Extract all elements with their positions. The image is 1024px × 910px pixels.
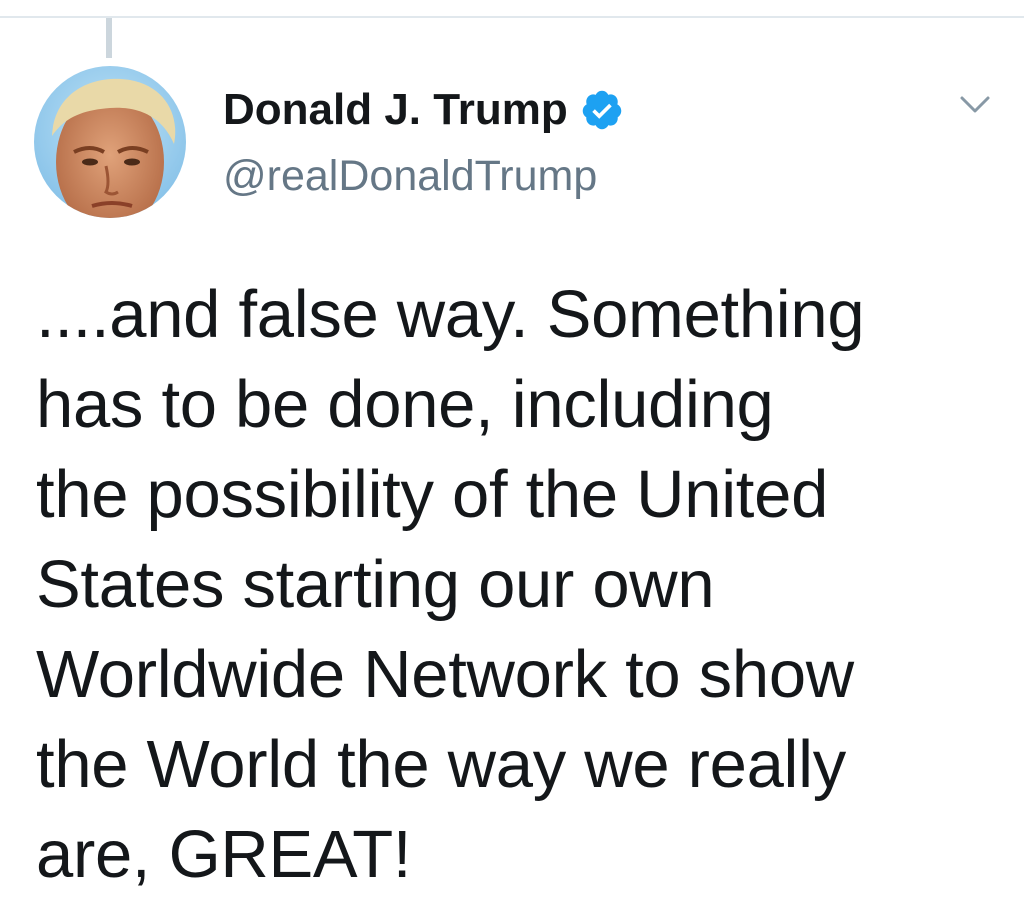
thread-connector-line xyxy=(106,18,112,58)
avatar[interactable] xyxy=(34,66,186,218)
top-divider xyxy=(0,0,1024,18)
verified-badge-icon xyxy=(580,88,624,132)
tweet-text-line: Worldwide Network to show xyxy=(36,637,854,712)
chevron-down-icon[interactable] xyxy=(958,92,992,118)
author-display-name[interactable]: Donald J. Trump xyxy=(223,85,568,135)
tweet-text-line: the World the way we really xyxy=(36,727,846,802)
tweet-text-line: the possibility of the United xyxy=(36,457,829,532)
tweet-text-line: ....and false way. Something xyxy=(36,277,865,352)
name-row: Donald J. Trump xyxy=(223,82,624,138)
tweet-text: ....and false way. Something has to be d… xyxy=(36,270,996,900)
tweet-text-line: are, GREAT! xyxy=(36,817,412,892)
avatar-image xyxy=(34,66,186,218)
tweet-text-line: States starting our own xyxy=(36,547,715,622)
author-handle[interactable]: @realDonaldTrump xyxy=(223,152,624,201)
tweet-header: Donald J. Trump @realDonaldTrump xyxy=(223,82,624,201)
tweet-text-line: has to be done, including xyxy=(36,367,774,442)
